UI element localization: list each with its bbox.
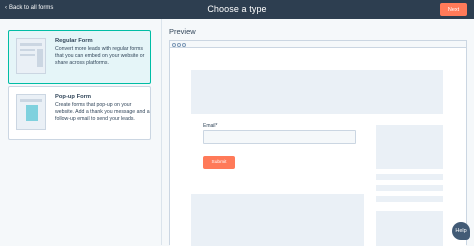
placeholder-sidebar-block [376,125,443,169]
top-bar: ‹ Back to all forms Choose a type Next [0,0,474,19]
window-dot-icon [172,42,176,47]
form-type-panel: Regular Form Convert more leads with reg… [0,19,162,245]
email-field[interactable] [203,130,356,144]
form-type-title: Regular Form [55,38,93,44]
placeholder-sidebar-block [376,211,443,246]
form-type-description: Convert more leads with regular forms th… [55,46,145,66]
regular-form-thumbnail-icon [16,38,46,74]
preview-page: Email* Submit [170,49,466,246]
placeholder-sidebar-line [376,196,443,202]
preview-browser-frame: Email* Submit [169,40,467,246]
page-title: Choose a type [207,4,267,14]
form-type-card-regular[interactable]: Regular Form Convert more leads with reg… [8,30,151,84]
placeholder-sidebar-line [376,185,443,191]
next-button[interactable]: Next [440,3,467,16]
preview-title: Preview [169,27,196,36]
popup-form-thumbnail-icon [16,94,46,130]
submit-button[interactable]: Submit [203,156,235,169]
help-button[interactable]: Help [452,222,470,240]
form-type-title: Pop-up Form [55,94,92,100]
placeholder-content-block [191,194,364,246]
window-dot-icon [177,42,181,47]
window-dot-icon [182,42,186,47]
email-label: Email* [203,123,218,129]
placeholder-sidebar-line [376,174,443,180]
placeholder-banner [191,70,443,114]
form-type-description: Create forms that pop-up on your website… [55,102,150,122]
form-type-card-popup[interactable]: Pop-up Form Create forms that pop-up on … [8,86,151,140]
browser-toolbar [170,41,466,48]
